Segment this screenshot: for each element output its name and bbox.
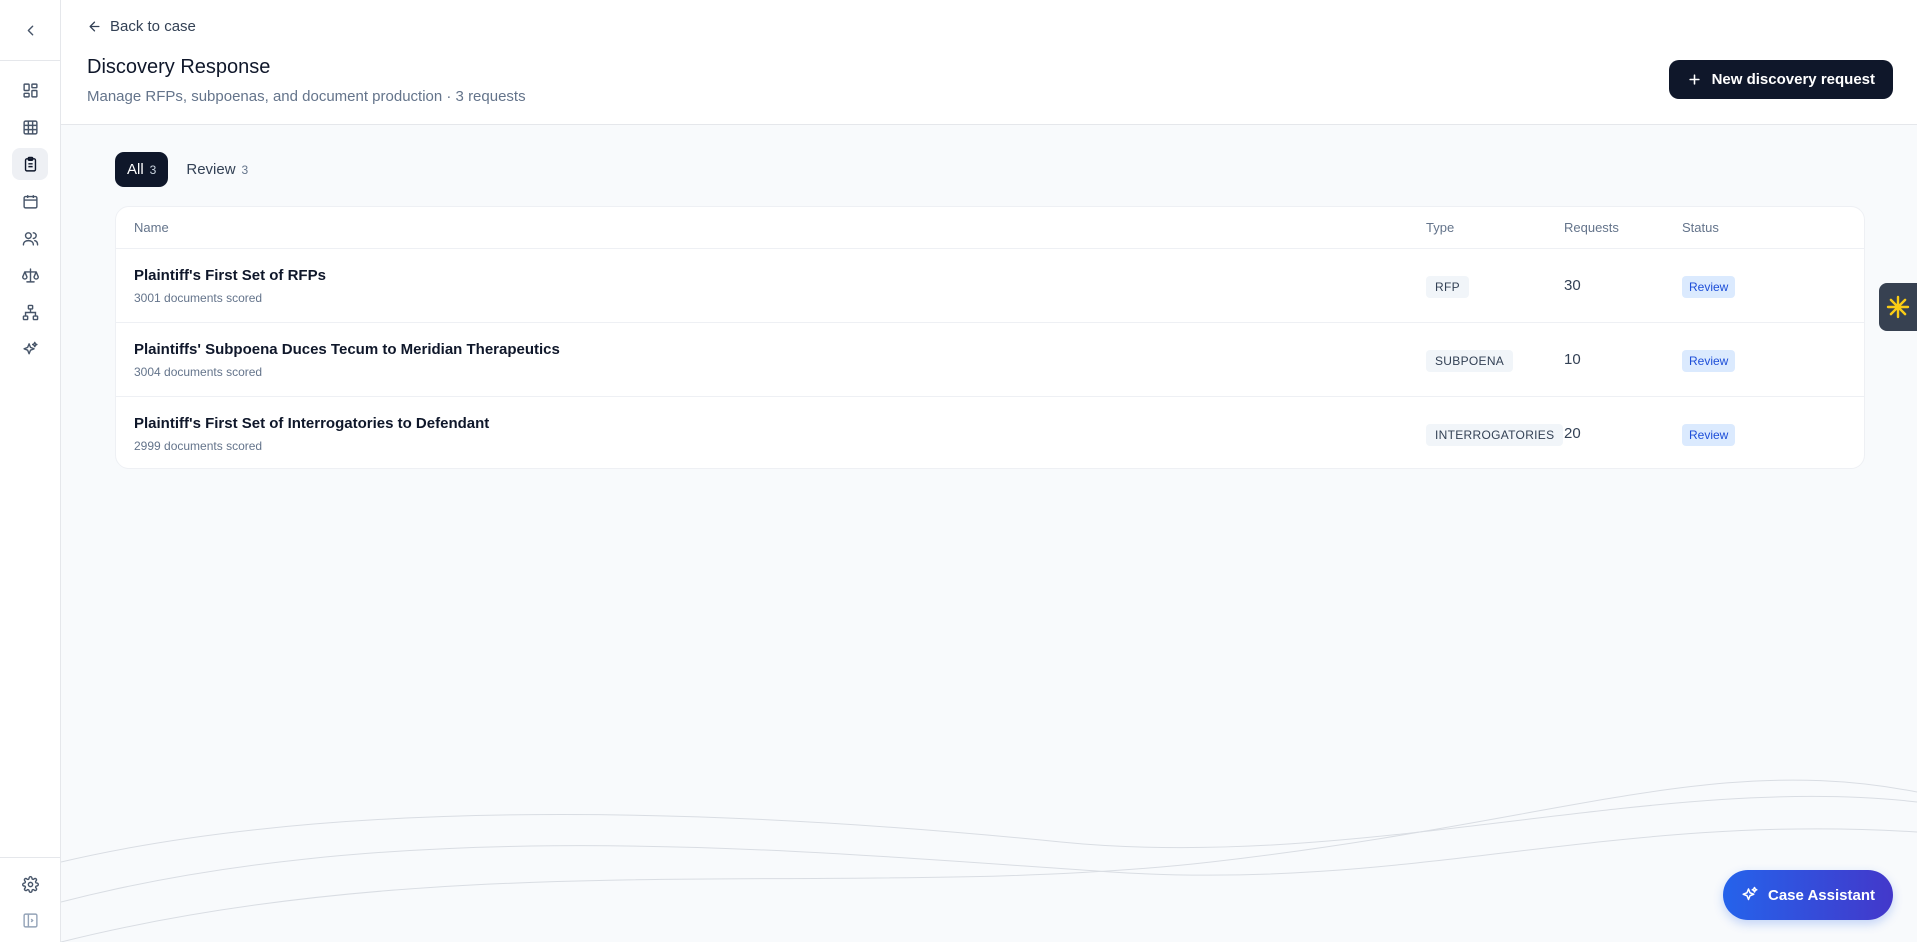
type-badge: SUBPOENA [1426,350,1514,372]
tab-all[interactable]: All 3 [115,152,169,187]
request-name: Plaintiffs' Subpoena Duces Tecum to Meri… [134,341,560,358]
request-meta: 3001 documents scored [134,291,263,305]
page-subtitle: Manage RFPs, subpoenas, and document pro… [87,88,526,105]
dashboard-icon[interactable] [12,74,48,106]
status-badge: Review [1682,424,1736,446]
request-meta: 3004 documents scored [134,365,263,379]
status-badge: Review [1682,276,1736,298]
background-waves [61,779,1917,942]
case-assistant-button[interactable]: Case Assistant [1723,870,1893,920]
page-title: Discovery Response [87,56,271,78]
panel-toggle-icon[interactable] [12,904,48,936]
request-meta: 2999 documents scored [134,439,263,453]
assistant-label: Case Assistant [1768,886,1875,904]
new-button-label: New discovery request [1711,71,1875,88]
new-discovery-request-button[interactable]: New discovery request [1668,60,1893,99]
tab-label: Review [186,161,236,178]
asterisk-widget-button[interactable] [1879,283,1917,331]
calendar-icon[interactable] [12,185,48,217]
sparkles-icon[interactable] [12,333,48,365]
discovery-requests-table: Name Type Requests Status Plaintiff's Fi… [115,206,1865,469]
plus-icon [1688,74,1700,85]
table-icon[interactable] [12,111,48,143]
back-to-case-link[interactable]: Back to case [87,18,196,35]
type-badge: RFP [1426,276,1469,298]
filter-tabs: All 3 Review 3 [115,152,260,187]
table-row[interactable]: Plaintiff's First Set of RFPs 3001 docum… [116,249,1864,323]
tab-review[interactable]: Review 3 [174,152,260,187]
back-label: Back to case [110,18,196,35]
gear-icon[interactable] [12,868,48,900]
request-count: 30 [1564,277,1581,294]
sidebar [0,0,61,942]
clipboard-icon[interactable] [12,148,48,180]
chevron-left-icon[interactable] [12,14,48,46]
tab-count: 3 [241,162,249,177]
table-row[interactable]: Plaintiffs' Subpoena Duces Tecum to Meri… [116,323,1864,397]
sparkles-icon [1742,886,1758,901]
status-badge: Review [1682,350,1736,372]
type-badge: INTERROGATORIES [1426,424,1564,446]
sidebar-footer [0,857,60,942]
tab-count: 3 [149,162,157,177]
sidebar-header [0,0,60,61]
page-header: Back to case Discovery Response Manage R… [61,0,1917,125]
tab-label: All [127,161,144,178]
column-status: Status [1682,220,1719,235]
request-name: Plaintiff's First Set of RFPs [134,267,326,284]
request-count: 20 [1564,425,1581,442]
request-name: Plaintiff's First Set of Interrogatories… [134,415,490,432]
users-icon[interactable] [12,222,48,254]
arrow-left-icon [89,21,100,32]
table-header: Name Type Requests Status [116,207,1864,249]
request-count: 10 [1564,351,1581,368]
column-name: Name [134,220,169,235]
asterisk-icon [1886,295,1910,319]
column-type: Type [1426,220,1455,235]
table-row[interactable]: Plaintiff's First Set of Interrogatories… [116,397,1864,468]
sidebar-nav [0,61,60,365]
scale-icon[interactable] [12,259,48,291]
hierarchy-icon[interactable] [12,296,48,328]
column-requests: Requests [1564,220,1619,235]
